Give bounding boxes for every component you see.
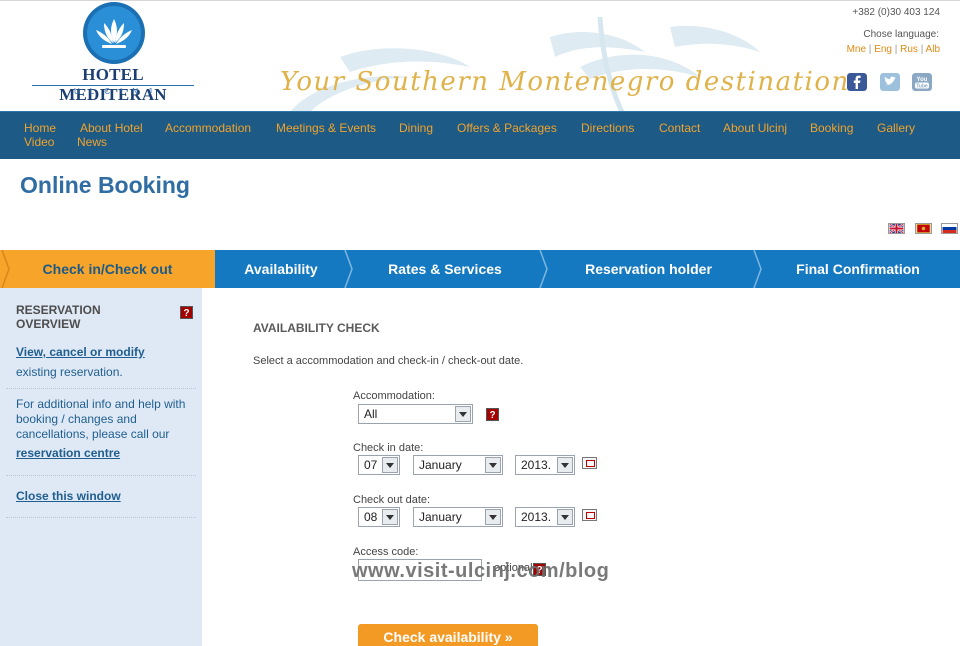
montenegro-flag-icon[interactable] <box>914 223 932 234</box>
nav-about-ulcinj[interactable]: About Ulcinj <box>723 121 787 135</box>
sidebar-divider <box>6 517 196 518</box>
check-availability-button[interactable]: Check availability » <box>358 624 538 646</box>
reservation-sidebar: RESERVATION OVERVIEW ? View, cancel or m… <box>0 288 202 646</box>
palm-banner-image <box>290 17 760 112</box>
nav-directions[interactable]: Directions <box>581 121 634 135</box>
page: HOTEL MEDITERAN ULCINJ Your Southern Mon… <box>0 0 960 646</box>
nav-news[interactable]: News <box>77 135 107 149</box>
nav-meetings-events[interactable]: Meetings & Events <box>276 121 376 135</box>
checkout-month-value: January <box>419 510 462 524</box>
chevron-down-icon <box>382 457 398 473</box>
nav-gallery[interactable]: Gallery <box>877 121 915 135</box>
chevron-down-icon <box>382 509 398 525</box>
checkout-month-select[interactable]: January <box>413 507 503 527</box>
main-nav: Home About Hotel Accommodation Meetings … <box>0 111 960 159</box>
facebook-icon[interactable] <box>847 73 868 91</box>
nav-dining[interactable]: Dining <box>399 121 433 135</box>
checkin-month-select[interactable]: January <box>413 455 503 475</box>
chevron-down-icon <box>455 406 471 422</box>
help-icon[interactable]: ? <box>486 408 499 421</box>
site-header: HOTEL MEDITERAN ULCINJ Your Southern Mon… <box>0 0 960 112</box>
logo-emblem-icon <box>83 2 145 64</box>
lang-eng[interactable]: Eng <box>874 44 892 55</box>
logo-subtitle: ULCINJ <box>73 87 162 96</box>
uk-flag-icon[interactable] <box>888 223 906 234</box>
step-rates-services[interactable]: Rates & Services <box>350 250 540 288</box>
chevron-down-icon <box>485 509 501 525</box>
language-label: Chose language: <box>863 29 939 40</box>
chevron-down-icon <box>485 457 501 473</box>
checkin-year-value: 2013. <box>521 458 552 472</box>
reservation-centre-link[interactable]: reservation centre <box>16 446 120 461</box>
sidebar-close-section: Close this window <box>16 489 196 504</box>
lang-rus[interactable]: Rus <box>900 44 918 55</box>
calendar-icon[interactable] <box>582 509 597 521</box>
flag-switcher <box>883 223 958 241</box>
calendar-icon[interactable] <box>582 457 597 469</box>
lang-mne[interactable]: Mne <box>847 44 866 55</box>
svg-text:Tube: Tube <box>916 84 928 90</box>
page-title: Online Booking <box>20 172 190 198</box>
logo-divider <box>32 85 194 86</box>
step-reservation-holder[interactable]: Reservation holder <box>545 250 752 288</box>
sidebar-info-section: For additional info and help with bookin… <box>16 397 196 461</box>
checkin-month-value: January <box>419 458 462 472</box>
russia-flag-icon[interactable] <box>941 223 958 234</box>
nav-about-hotel[interactable]: About Hotel <box>80 121 143 135</box>
nav-offers-packages[interactable]: Offers & Packages <box>457 121 557 135</box>
view-cancel-modify-link[interactable]: View, cancel or modify <box>16 345 145 359</box>
chevron-down-icon <box>557 509 573 525</box>
sidebar-divider <box>6 475 196 476</box>
step-check-in-out[interactable]: Check in/Check out <box>0 250 215 288</box>
sidebar-view-text: existing reservation. <box>16 365 123 379</box>
close-window-link[interactable]: Close this window <box>16 489 121 503</box>
lang-alb[interactable]: Alb <box>926 44 940 55</box>
checkout-year-select[interactable]: 2013. <box>515 507 575 527</box>
accommodation-select[interactable]: All <box>358 404 473 424</box>
slogan: Your Southern Montenegro destination <box>280 67 850 97</box>
checkout-label: Check out date: <box>353 494 431 506</box>
nav-accommodation[interactable]: Accommodation <box>165 121 251 135</box>
watermark-text: www.visit-ulcinj.com/blog <box>352 560 610 582</box>
sidebar-title: RESERVATION OVERVIEW <box>16 303 101 331</box>
nav-video[interactable]: Video <box>24 135 54 149</box>
accommodation-label: Accommodation: <box>353 390 435 402</box>
checkin-day-value: 07 <box>364 458 378 472</box>
nav-home[interactable]: Home <box>24 121 56 135</box>
accommodation-value: All <box>364 407 378 421</box>
nav-booking[interactable]: Booking <box>810 121 853 135</box>
booking-steps: Check in/Check out Availability Rates & … <box>0 250 960 288</box>
help-icon[interactable]: ? <box>180 306 193 319</box>
step-availability[interactable]: Availability <box>215 250 347 288</box>
hotel-logo[interactable]: HOTEL MEDITERAN ULCINJ <box>30 1 200 104</box>
checkin-day-select[interactable]: 07 <box>358 455 400 475</box>
sidebar-divider <box>6 388 196 389</box>
availability-title: AVAILABILITY CHECK <box>253 321 380 335</box>
access-code-label: Access code: <box>353 546 419 558</box>
checkout-day-value: 08 <box>364 510 378 524</box>
checkout-year-value: 2013. <box>521 510 552 524</box>
sidebar-view-section: View, cancel or modify existing reservat… <box>16 345 196 380</box>
step-final-confirmation[interactable]: Final Confirmation <box>760 250 956 288</box>
checkin-year-select[interactable]: 2013. <box>515 455 575 475</box>
svg-text:You: You <box>917 77 928 83</box>
chevron-down-icon <box>557 457 573 473</box>
sidebar-info-text: For additional info and help with bookin… <box>16 397 186 441</box>
phone-number: +382 (0)30 403 124 <box>852 7 940 18</box>
checkout-day-select[interactable]: 08 <box>358 507 400 527</box>
step-arrow-icon <box>1 250 10 288</box>
availability-description: Select a accommodation and check-in / ch… <box>253 355 524 367</box>
youtube-icon[interactable]: YouTube <box>912 73 932 91</box>
language-switcher: Mne | Eng | Rus | Alb <box>846 44 940 55</box>
checkin-label: Check in date: <box>353 442 424 454</box>
nav-contact[interactable]: Contact <box>659 121 700 135</box>
social-links: You Tube <box>839 73 932 91</box>
twitter-icon[interactable] <box>879 73 900 91</box>
